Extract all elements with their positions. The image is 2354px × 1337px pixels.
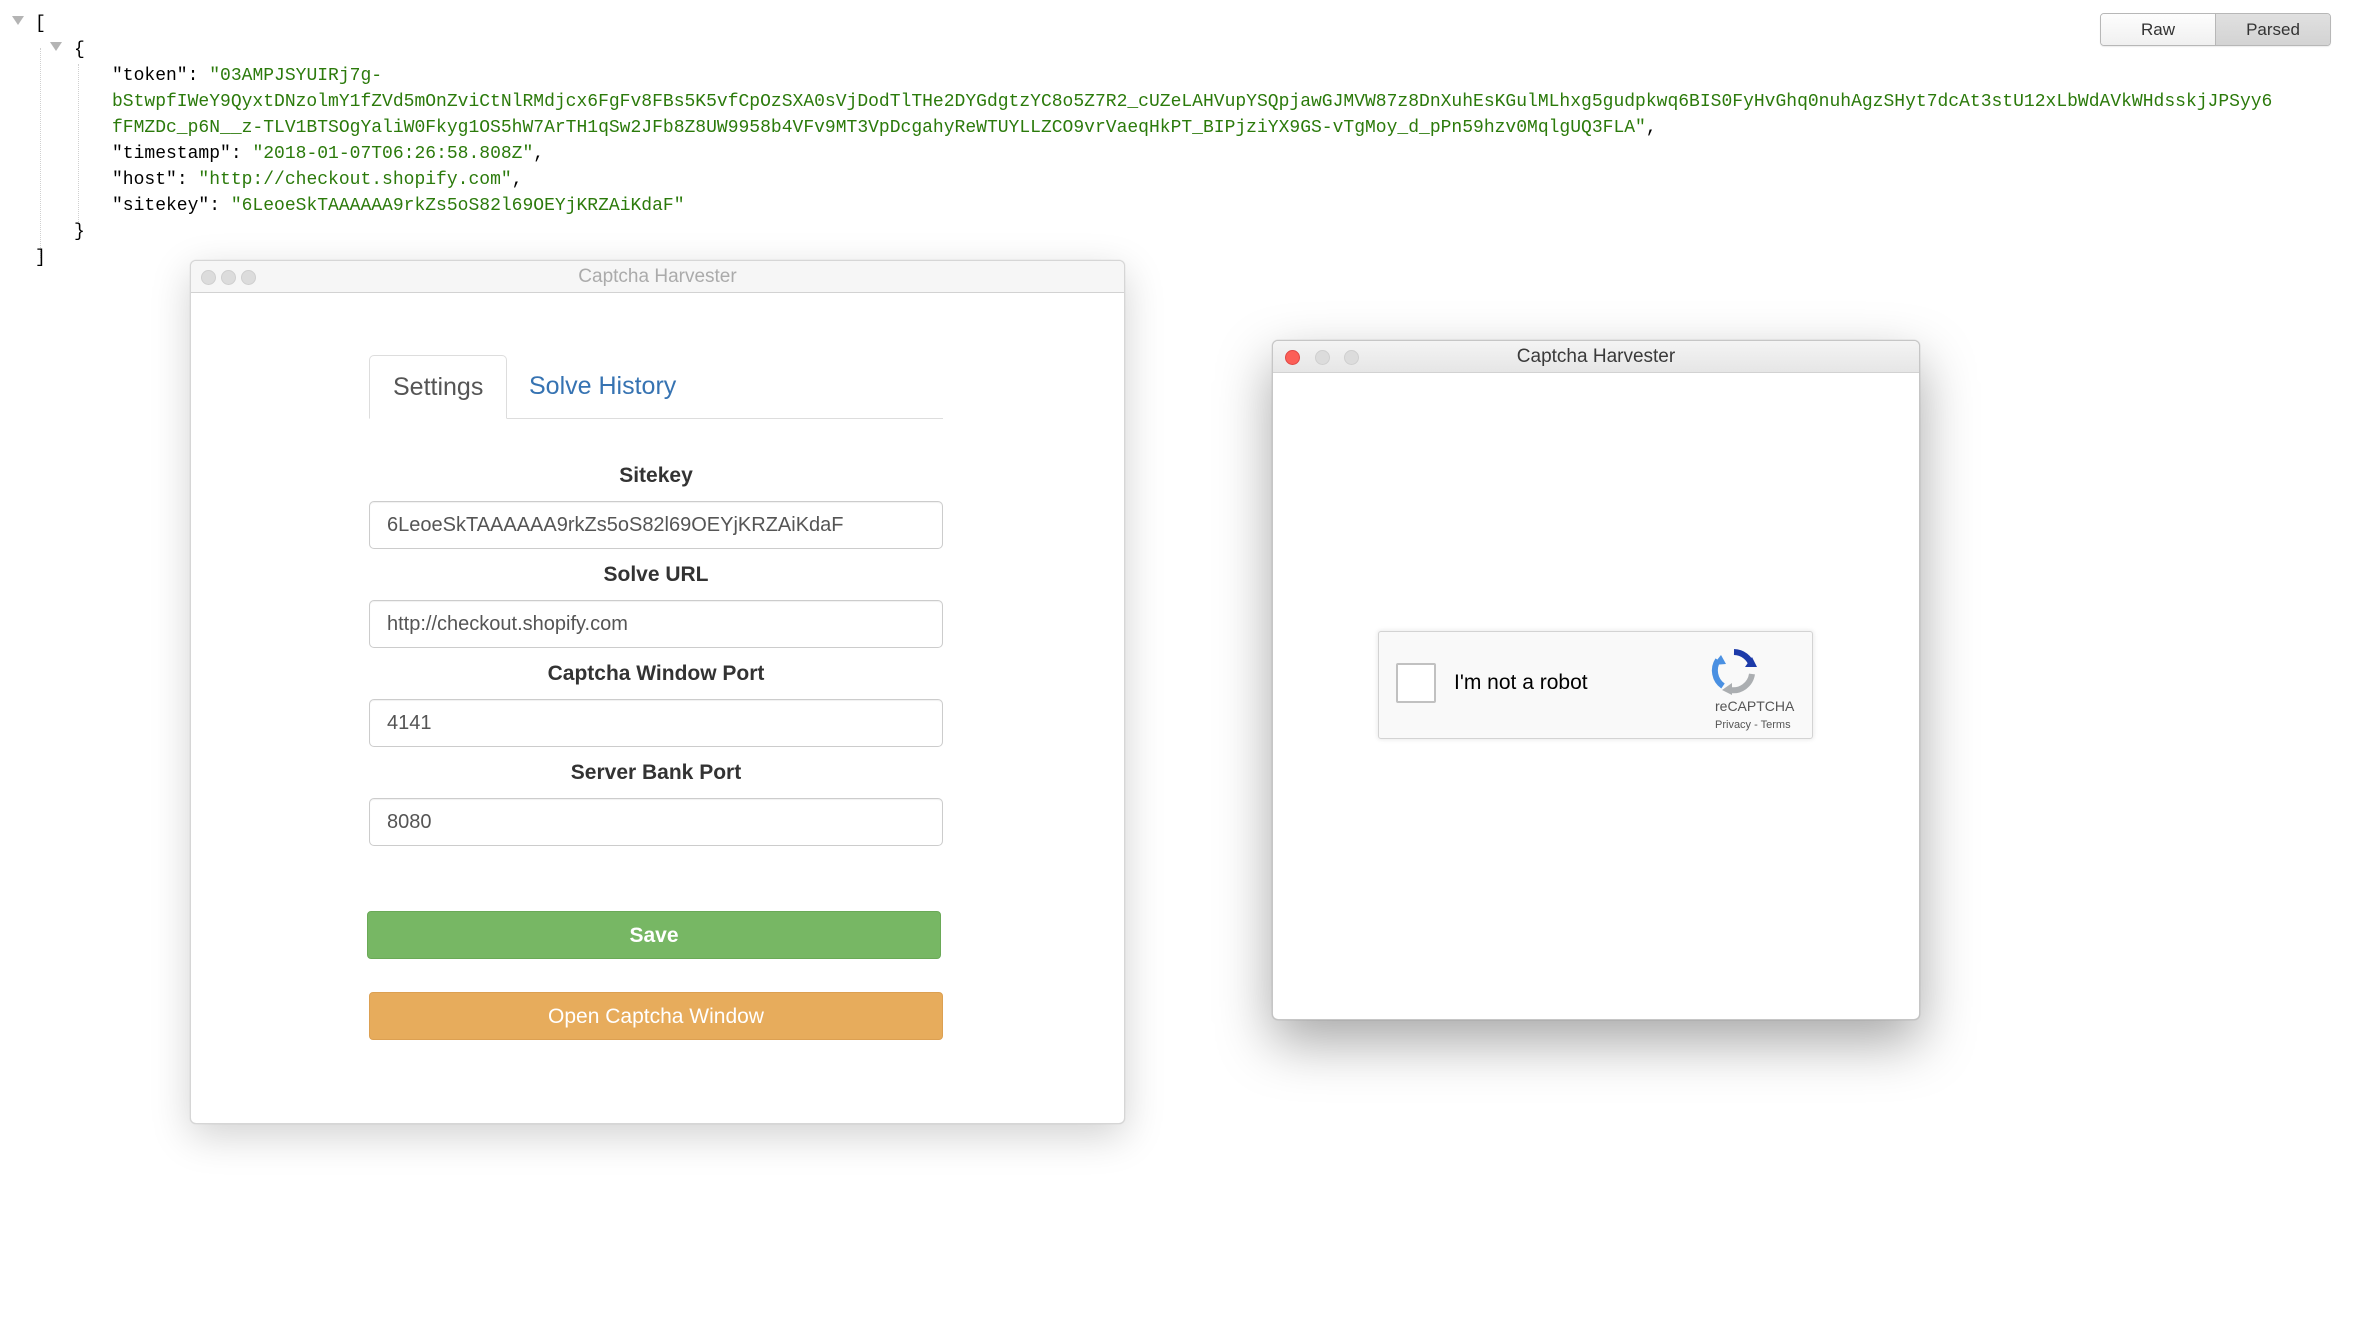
json-colon: : [176, 170, 199, 190]
json-token-value-part3: fFMZDc_p6N__z-TLV1BTSOgYaliW0Fkyg1OS5hW7… [112, 118, 1646, 138]
tab-settings[interactable]: Settings [369, 355, 508, 419]
save-button[interactable]: Save [367, 911, 941, 959]
json-close-bracket: ] [35, 248, 46, 268]
json-open-bracket: [ [35, 14, 46, 34]
json-host-line: "host": "http://checkout.shopify.com", [112, 167, 523, 193]
json-key-sitekey: "sitekey" [112, 196, 210, 216]
json-key-token: "token" [112, 66, 188, 86]
open-captcha-window-button[interactable]: Open Captcha Window [369, 992, 943, 1040]
captcha-window-port-label: Captcha Window Port [547, 662, 765, 685]
recaptcha-checkbox-label: I'm not a robot [1454, 671, 1588, 694]
close-window-icon[interactable] [201, 270, 216, 285]
json-colon: : [209, 196, 231, 216]
captcha-window-title: Captcha Harvester [1516, 346, 1676, 367]
server-bank-port-label: Server Bank Port [570, 761, 742, 784]
zoom-window-icon[interactable] [241, 270, 256, 285]
sitekey-label: Sitekey [619, 464, 693, 487]
recaptcha-logo-icon [1711, 649, 1757, 695]
parsed-button[interactable]: Parsed [2215, 14, 2330, 45]
recaptcha-widget: I'm not a robot reCAPTCHA Privacy - Term… [1378, 631, 1813, 739]
captcha-window: Captcha Harvester I'm not a robot reCAPT… [1272, 340, 1920, 1020]
json-key-timestamp: "timestamp" [112, 144, 231, 164]
json-comma: , [511, 170, 523, 190]
indent-guide [40, 48, 41, 258]
json-colon: : [187, 66, 210, 86]
settings-window: Captcha Harvester Settings Solve History… [190, 260, 1125, 1124]
json-host-value: "http://checkout.shopify.com" [198, 170, 512, 190]
json-token-line-end: fFMZDc_p6N__z-TLV1BTSOgYaliW0Fkyg1OS5hW7… [112, 115, 1657, 141]
json-comma: , [533, 144, 545, 164]
json-token-value-part2: bStwpfIWeY9QyxtDNzolmY1fZVd5mOnZviCtNlRM… [112, 92, 2273, 112]
json-token-line: "token": "03AMPJSYUIRj7g- [112, 63, 382, 89]
collapse-object-icon[interactable] [50, 42, 62, 51]
json-timestamp-value: "2018-01-07T06:26:58.808Z" [252, 144, 534, 164]
json-timestamp-line: "timestamp": "2018-01-07T06:26:58.808Z", [112, 141, 544, 167]
tab-solve-history[interactable]: Solve History [506, 355, 699, 418]
zoom-window-icon[interactable] [1344, 350, 1359, 365]
settings-window-titlebar[interactable]: Captcha Harvester [191, 261, 1124, 293]
recaptcha-links: Privacy - Terms [1715, 719, 1791, 731]
json-colon: : [230, 144, 253, 164]
solve-url-label: Solve URL [603, 563, 709, 586]
server-bank-port-input[interactable] [369, 798, 943, 846]
minimize-window-icon[interactable] [221, 270, 236, 285]
settings-tabs: Settings Solve History [369, 355, 943, 419]
captcha-window-titlebar[interactable]: Captcha Harvester [1273, 341, 1919, 373]
json-token-value-part1: "03AMPJSYUIRj7g- [209, 66, 383, 86]
recaptcha-brand: reCAPTCHA [1715, 698, 1795, 714]
json-key-host: "host" [112, 170, 177, 190]
collapse-array-icon[interactable] [12, 16, 24, 25]
json-sitekey-value: "6LeoeSkTAAAAAA9rkZs5oS82l69OEYjKRZAiKda… [230, 196, 685, 216]
recaptcha-privacy-link[interactable]: Privacy [1715, 719, 1751, 731]
settings-window-title: Captcha Harvester [578, 266, 737, 287]
close-window-icon[interactable] [1285, 350, 1300, 365]
json-open-brace: { [74, 40, 85, 60]
recaptcha-checkbox[interactable] [1396, 663, 1436, 703]
json-close-brace: } [74, 222, 85, 242]
solve-url-input[interactable] [369, 600, 943, 648]
sitekey-input[interactable] [369, 501, 943, 549]
view-mode-toggle: Raw Parsed [2100, 13, 2331, 46]
recaptcha-terms-link[interactable]: Terms [1761, 719, 1791, 731]
json-sitekey-line: "sitekey": "6LeoeSkTAAAAAA9rkZs5oS82l69O… [112, 193, 685, 219]
minimize-window-icon[interactable] [1315, 350, 1330, 365]
indent-guide [78, 64, 79, 222]
json-comma: , [1645, 118, 1657, 138]
captcha-window-port-input[interactable] [369, 699, 943, 747]
raw-button[interactable]: Raw [2101, 14, 2215, 45]
recaptcha-link-separator: - [1751, 719, 1761, 731]
